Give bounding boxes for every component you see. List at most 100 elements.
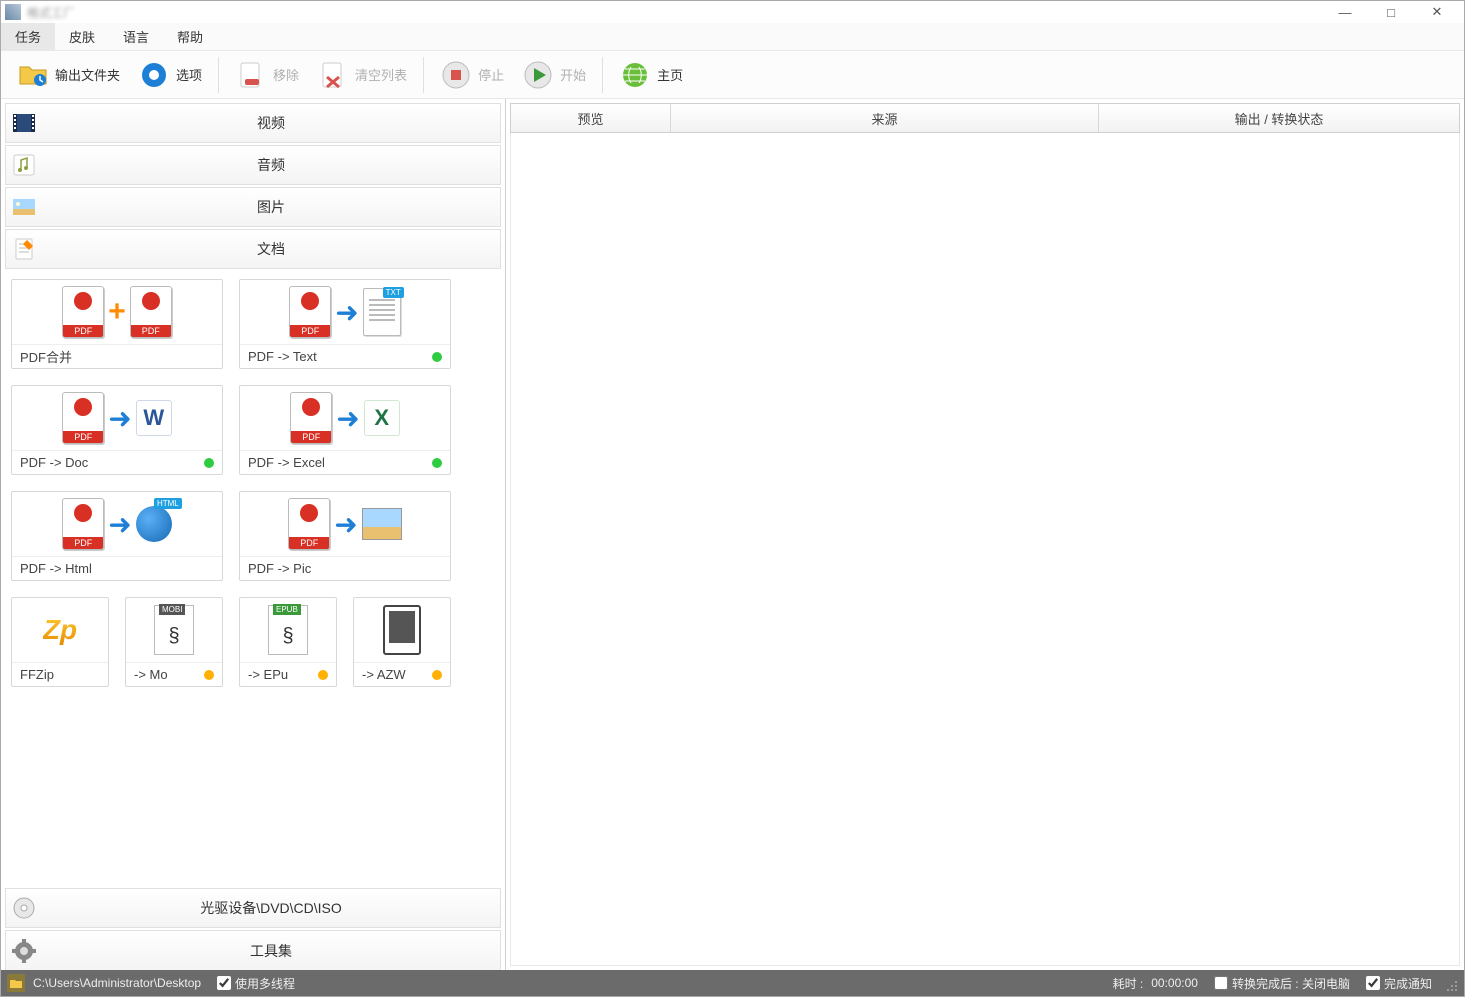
folder-icon[interactable] <box>7 974 25 992</box>
tile-pdf-pic[interactable]: ➜ PDF -> Pic <box>239 491 451 581</box>
arrow-icon: ➜ <box>108 402 131 435</box>
stop-icon <box>440 59 472 91</box>
home-button[interactable]: 主页 <box>611 55 691 95</box>
multithread-checkbox[interactable]: 使用多线程 <box>217 975 295 992</box>
status-dot-icon <box>204 670 214 680</box>
tile-ffzip[interactable]: Zp FFZip <box>11 597 109 687</box>
tile-azw[interactable]: -> AZW <box>353 597 451 687</box>
main-window: 格式工厂 — □ ✕ 任务 皮肤 语言 帮助 输出文件夹 选项 <box>0 0 1465 997</box>
document-tiles: + PDF合并 ➜ TXT PDF -> Text <box>1 271 505 884</box>
options-button[interactable]: 选项 <box>130 55 210 95</box>
tile-label: PDF -> Excel <box>248 455 325 470</box>
tile-epub[interactable]: EPUB§ -> EPu <box>239 597 337 687</box>
tile-label: PDF -> Doc <box>20 455 88 470</box>
resize-grip-icon[interactable] <box>1440 974 1458 992</box>
tile-pdf-excel[interactable]: ➜ X PDF -> Excel <box>239 385 451 475</box>
pdf-icon <box>62 498 104 550</box>
window-title: 格式工厂 <box>27 4 75 21</box>
output-folder-label: 输出文件夹 <box>55 65 120 84</box>
tile-pdf-merge[interactable]: + PDF合并 <box>11 279 223 369</box>
pdf-icon <box>62 392 104 444</box>
tile-label: -> EPu <box>248 667 288 682</box>
tile-pdf-doc[interactable]: ➜ W PDF -> Doc <box>11 385 223 475</box>
mobi-icon: MOBI§ <box>154 605 194 655</box>
maximize-button[interactable]: □ <box>1368 1 1414 23</box>
category-image-label: 图片 <box>42 197 500 217</box>
shutdown-label: 转换完成后 : 关闭电脑 <box>1232 975 1350 992</box>
tile-label: -> AZW <box>362 667 406 682</box>
notify-label: 完成通知 <box>1384 975 1432 992</box>
tile-label: FFZip <box>12 662 108 686</box>
minimize-button[interactable]: — <box>1322 1 1368 23</box>
column-preview[interactable]: 预览 <box>511 104 671 132</box>
tile-mobi[interactable]: MOBI§ -> Mo <box>125 597 223 687</box>
stop-button[interactable]: 停止 <box>432 55 512 95</box>
category-audio[interactable]: 音频 <box>5 145 501 185</box>
multithread-input[interactable] <box>217 976 231 990</box>
tile-pdf-html[interactable]: ➜ HTML PDF -> Html <box>11 491 223 581</box>
arrow-icon: ➜ <box>335 296 358 329</box>
category-document[interactable]: 文档 <box>5 229 501 269</box>
tile-label: PDF -> Html <box>12 556 222 580</box>
video-icon <box>6 110 42 136</box>
category-image[interactable]: 图片 <box>5 187 501 227</box>
menu-language[interactable]: 语言 <box>109 23 163 50</box>
start-icon <box>522 59 554 91</box>
zip-icon: Zp <box>43 614 77 646</box>
pdf-icon <box>290 392 332 444</box>
remove-label: 移除 <box>273 65 299 84</box>
disc-icon <box>6 895 42 921</box>
tile-label: PDF -> Text <box>248 349 317 364</box>
start-button[interactable]: 开始 <box>514 55 594 95</box>
remove-icon <box>235 59 267 91</box>
elapsed-time: 00:00:00 <box>1151 976 1198 990</box>
tile-label: PDF -> Pic <box>240 556 450 580</box>
menu-help[interactable]: 帮助 <box>163 23 217 50</box>
notify-input[interactable] <box>1366 976 1380 990</box>
pdf-icon <box>289 286 331 338</box>
home-icon <box>619 59 651 91</box>
right-pane: 预览 来源 输出 / 转换状态 <box>506 99 1464 970</box>
column-source[interactable]: 来源 <box>671 104 1099 132</box>
close-button[interactable]: ✕ <box>1414 1 1460 23</box>
category-optical-label: 光驱设备\DVD\CD\ISO <box>42 898 500 918</box>
pdf-icon <box>288 498 330 550</box>
toolbar-separator <box>423 57 424 93</box>
output-folder-button[interactable]: 输出文件夹 <box>9 55 128 95</box>
document-icon <box>6 236 42 262</box>
shutdown-checkbox[interactable]: 转换完成后 : 关闭电脑 <box>1214 975 1350 992</box>
options-label: 选项 <box>176 65 202 84</box>
category-document-label: 文档 <box>42 239 500 259</box>
clear-button[interactable]: 清空列表 <box>309 55 415 95</box>
category-video[interactable]: 视频 <box>5 103 501 143</box>
picture-icon <box>362 508 402 540</box>
titlebar: 格式工厂 — □ ✕ <box>1 1 1464 23</box>
elapsed-label: 耗时 : <box>1113 975 1144 992</box>
left-pane: 视频 音频 图片 文档 <box>1 99 506 970</box>
gear-icon <box>6 938 42 964</box>
category-optical[interactable]: 光驱设备\DVD\CD\ISO <box>5 888 501 928</box>
arrow-icon: ➜ <box>334 508 357 541</box>
clear-label: 清空列表 <box>355 65 407 84</box>
status-dot-icon <box>432 458 442 468</box>
clear-icon <box>317 59 349 91</box>
shutdown-input[interactable] <box>1214 976 1228 990</box>
tile-label: PDF合并 <box>12 344 222 368</box>
statusbar: C:\Users\Administrator\Desktop 使用多线程 耗时 … <box>1 970 1464 996</box>
menu-task[interactable]: 任务 <box>1 23 55 50</box>
tile-pdf-text[interactable]: ➜ TXT PDF -> Text <box>239 279 451 369</box>
tile-label: -> Mo <box>134 667 168 682</box>
plus-icon: + <box>108 295 126 329</box>
category-toolset[interactable]: 工具集 <box>5 930 501 970</box>
remove-button[interactable]: 移除 <box>227 55 307 95</box>
options-icon <box>138 59 170 91</box>
toolbar: 输出文件夹 选项 移除 清空列表 停止 <box>1 51 1464 99</box>
image-icon <box>6 194 42 220</box>
menu-skin[interactable]: 皮肤 <box>55 23 109 50</box>
notify-checkbox[interactable]: 完成通知 <box>1366 975 1432 992</box>
table-body[interactable] <box>510 133 1460 966</box>
start-label: 开始 <box>560 65 586 84</box>
word-icon: W <box>136 400 172 436</box>
output-path[interactable]: C:\Users\Administrator\Desktop <box>33 976 201 990</box>
column-status[interactable]: 输出 / 转换状态 <box>1099 104 1459 132</box>
